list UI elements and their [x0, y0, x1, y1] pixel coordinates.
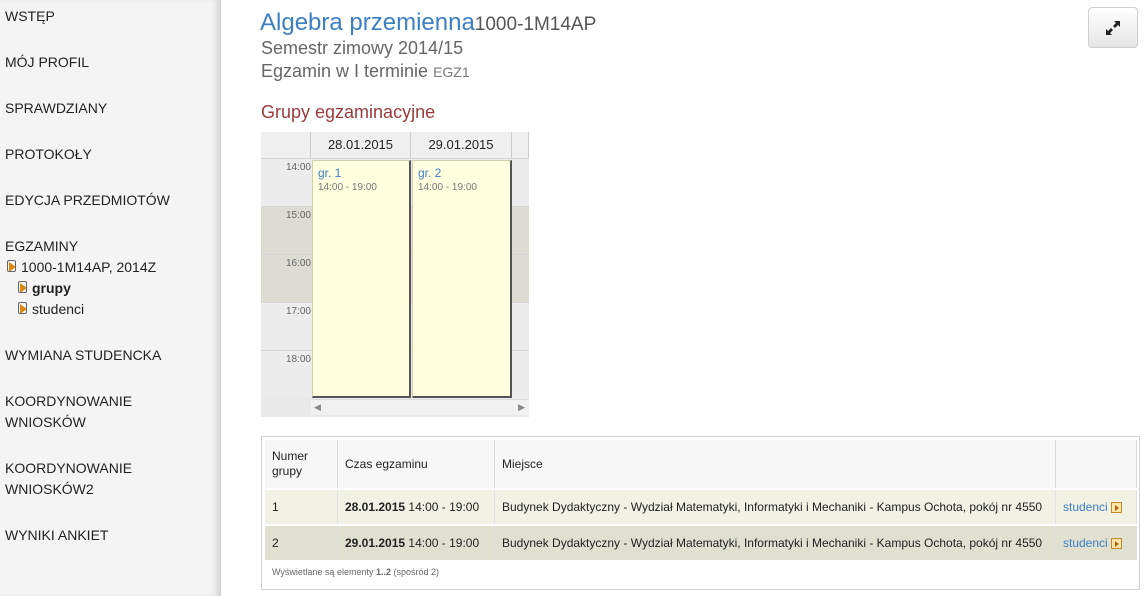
nav-item-line1: KOORDYNOWANIE	[5, 460, 133, 476]
nav-item-wstep[interactable]: WSTĘP	[5, 6, 55, 27]
nav-item-wymiana-studencka[interactable]: WYMIANA STUDENCKA	[5, 345, 161, 366]
column-header-place[interactable]: Miejsce	[494, 440, 1056, 489]
scroll-left-icon[interactable]: ◀	[314, 402, 321, 413]
nav-item-koordynowanie-wnioskow[interactable]: KOORDYNOWANIE WNIOSKÓW	[5, 391, 132, 433]
calendar-day-header: 29.01.2015	[411, 132, 512, 158]
event-time: 14:00 - 19:00	[318, 182, 377, 193]
table-row: 1 28.01.2015 14:00 - 19:00 Budynek Dydak…	[265, 488, 1137, 525]
nav-item-moj-profil[interactable]: MÓJ PROFIL	[5, 52, 89, 73]
table-row: 2 29.01.2015 14:00 - 19:00 Budynek Dydak…	[265, 524, 1137, 560]
calendar-corner	[261, 132, 311, 158]
expand-arrow-icon	[7, 260, 16, 272]
nav-item-line2: WNIOSKÓW2	[5, 481, 94, 497]
page-title: Algebra przemienna1000-1M14AP	[260, 9, 596, 37]
nav-item-line1: KOORDYNOWANIE	[5, 393, 133, 409]
calendar-event-group-1[interactable]: gr. 1 14:00 - 19:00	[312, 160, 411, 398]
hour-label: 17:00	[285, 306, 311, 317]
table-footer: Wyświetlane są elementy 1..2 (spośród 2)	[272, 567, 439, 577]
column-header-time[interactable]: Czas egzaminu	[337, 440, 495, 489]
fullscreen-button[interactable]	[1088, 7, 1138, 48]
cell-time: 29.01.2015 14:00 - 19:00	[337, 524, 495, 560]
calendar-horizontal-scrollbar[interactable]: ◀ ▶	[311, 399, 529, 415]
groups-table-container: Numer grupy Czas egzaminu Miejsce 1 28.0…	[261, 436, 1140, 590]
calendar-day-header-extra	[512, 132, 529, 158]
nav-sub-students-label: studenci	[32, 301, 85, 317]
cell-hours: 14:00 - 19:00	[408, 536, 480, 550]
cell-place: Budynek Dydaktyczny - Wydział Matematyki…	[494, 488, 1056, 525]
nav-item-protokoly[interactable]: PROTOKOŁY	[5, 144, 92, 165]
go-arrow-icon	[1110, 501, 1122, 513]
expand-arrow-icon	[18, 281, 27, 293]
cell-time: 28.01.2015 14:00 - 19:00	[337, 488, 495, 525]
nav-item-line2: WNIOSKÓW	[5, 414, 86, 430]
table-header-row: Numer grupy Czas egzaminu Miejsce	[265, 440, 1137, 489]
go-arrow-icon	[1110, 537, 1122, 549]
nav-item-egzaminy[interactable]: EGZAMINY	[5, 236, 78, 257]
groups-table: Numer grupy Czas egzaminu Miejsce 1 28.0…	[265, 440, 1137, 560]
students-link[interactable]: studenci	[1063, 500, 1122, 514]
nav-item-edycja-przedmiotow[interactable]: EDYCJA PRZEDMIOTÓW	[5, 190, 170, 211]
cell-date: 28.01.2015	[345, 500, 406, 514]
exam-calendar: 28.01.2015 29.01.2015 14:00 15:00 16:00 …	[261, 132, 529, 417]
event-title[interactable]: gr. 1	[318, 166, 341, 180]
nav-item-koordynowanie-wnioskow2[interactable]: KOORDYNOWANIE WNIOSKÓW2	[5, 458, 132, 500]
nav-sub-students[interactable]: studenci	[18, 299, 85, 319]
nav-sub-course[interactable]: 1000-1M14AP, 2014Z	[7, 257, 157, 277]
calendar-event-group-2[interactable]: gr. 2 14:00 - 19:00	[412, 160, 512, 398]
students-link[interactable]: studenci	[1063, 536, 1122, 550]
cell-actions: studenci	[1055, 488, 1137, 525]
cell-place: Budynek Dydaktyczny - Wydział Matematyki…	[494, 524, 1056, 560]
students-link-label: studenci	[1063, 536, 1108, 550]
cell-group: 2	[265, 524, 338, 560]
exam-name: Egzamin w I terminie	[261, 61, 429, 81]
course-title: Algebra przemienna	[260, 9, 475, 36]
footer-suffix: (spośród 2)	[393, 567, 440, 577]
event-title[interactable]: gr. 2	[418, 166, 441, 180]
nav-sub-groups-label: grupy	[32, 280, 71, 296]
cell-date: 29.01.2015	[345, 536, 406, 550]
header-line: grupy	[272, 464, 303, 478]
header-line: Numer	[272, 449, 309, 463]
hour-label: 15:00	[285, 210, 311, 221]
column-header-actions	[1055, 440, 1137, 489]
hour-label: 14:00	[285, 162, 311, 173]
footer-range: 1..2	[375, 567, 391, 577]
scroll-right-icon[interactable]: ▶	[518, 402, 525, 413]
nav-sub-groups[interactable]: grupy	[18, 278, 71, 298]
cell-group: 1	[265, 488, 338, 525]
section-title: Grupy egzaminacyjne	[261, 102, 436, 122]
footer-prefix: Wyświetlane są elementy	[272, 567, 374, 577]
students-link-label: studenci	[1063, 500, 1108, 514]
nav-item-wyniki-ankiet[interactable]: WYNIKI ANKIET	[5, 525, 108, 546]
nav-sub-course-label: 1000-1M14AP, 2014Z	[21, 259, 157, 275]
course-code: 1000-1M14AP	[474, 14, 597, 35]
nav-item-sprawdziany[interactable]: SPRAWDZIANY	[5, 98, 107, 119]
event-time: 14:00 - 19:00	[418, 182, 477, 193]
exam-label: Egzamin w I terminie EGZ1	[261, 61, 470, 82]
hour-label: 18:00	[285, 354, 311, 365]
sidebar: WSTĘP MÓJ PROFIL SPRAWDZIANY PROTOKOŁY E…	[0, 0, 221, 596]
cell-actions: studenci	[1055, 524, 1137, 560]
hour-label: 16:00	[285, 258, 311, 269]
expand-arrow-icon	[18, 302, 27, 314]
semester-label: Semestr zimowy 2014/15	[261, 38, 464, 58]
exam-code: EGZ1	[433, 64, 470, 80]
calendar-day-header: 28.01.2015	[311, 132, 411, 158]
cell-hours: 14:00 - 19:00	[408, 500, 480, 514]
column-header-group[interactable]: Numer grupy	[265, 440, 338, 489]
expand-icon	[1106, 20, 1120, 35]
